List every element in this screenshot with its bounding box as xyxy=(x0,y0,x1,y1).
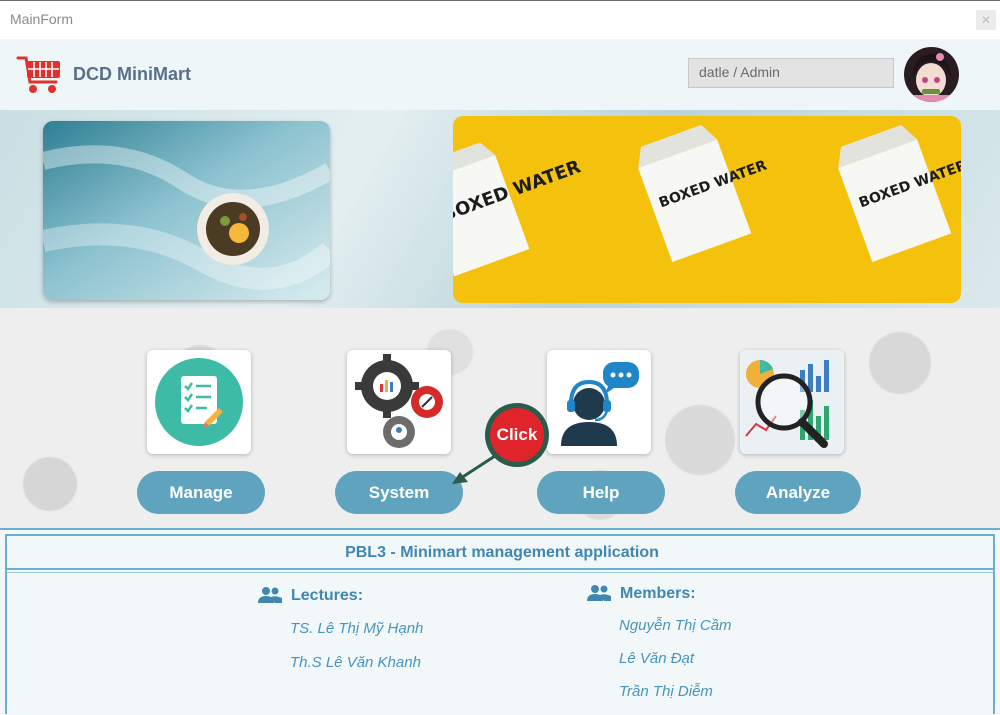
info-frame: PBL3 - Minimart management application L… xyxy=(5,534,995,714)
food-plate-image xyxy=(43,121,330,300)
close-button[interactable]: ✕ xyxy=(976,10,996,30)
members-label: Members: xyxy=(620,585,696,602)
lectures-heading: Lectures: xyxy=(257,586,363,605)
app-name: DCD MiniMart xyxy=(73,64,191,84)
shopping-cart-icon xyxy=(16,56,60,93)
users-icon xyxy=(258,587,282,603)
divider xyxy=(7,572,993,573)
member-name: Lê Văn Đạt xyxy=(619,650,695,667)
project-info-panel: PBL3 - Minimart management application L… xyxy=(0,528,1000,715)
system-tile[interactable] xyxy=(347,350,451,454)
support-agent-icon xyxy=(561,362,639,446)
analytics-magnifier-icon xyxy=(740,350,844,454)
manage-button[interactable]: Manage xyxy=(137,471,265,514)
lecturer-name: Th.S Lê Văn Khanh xyxy=(290,654,421,671)
lectures-label: Lectures: xyxy=(291,587,364,604)
avatar[interactable] xyxy=(904,47,959,102)
system-button[interactable]: System xyxy=(335,471,463,514)
analyze-button[interactable]: Analyze xyxy=(735,471,861,514)
click-hint-label: Click xyxy=(490,408,544,462)
banner: BOXED WATER BOXED WATER BOXED WATER xyxy=(0,110,1000,308)
window-titlebar: MainForm ✕ xyxy=(0,0,1000,39)
help-tile[interactable] xyxy=(547,350,651,454)
app-header: DCD MiniMart datle / Admin xyxy=(0,39,1000,110)
manage-tile[interactable] xyxy=(147,350,251,454)
click-hint-badge: Click xyxy=(485,403,549,467)
member-name: Trần Thị Diễm xyxy=(619,683,713,700)
help-button[interactable]: Help xyxy=(537,471,665,514)
analyze-tile[interactable] xyxy=(740,350,844,454)
user-field[interactable]: datle / Admin xyxy=(688,58,894,88)
clipboard-checklist-icon xyxy=(155,358,243,446)
gears-icon xyxy=(355,354,443,448)
main-menu: Manage System Help Analyze Click xyxy=(0,308,1000,528)
member-name: Nguyễn Thị Cầm xyxy=(619,617,732,634)
window-title: MainForm xyxy=(10,11,74,27)
divider xyxy=(7,568,993,570)
project-title: PBL3 - Minimart management application xyxy=(345,544,659,561)
boxed-water-image: BOXED WATER BOXED WATER BOXED WATER xyxy=(453,116,961,303)
users-icon xyxy=(587,585,611,601)
members-heading: Members: xyxy=(586,584,696,603)
lecturer-name: TS. Lê Thị Mỹ Hạnh xyxy=(290,620,424,637)
